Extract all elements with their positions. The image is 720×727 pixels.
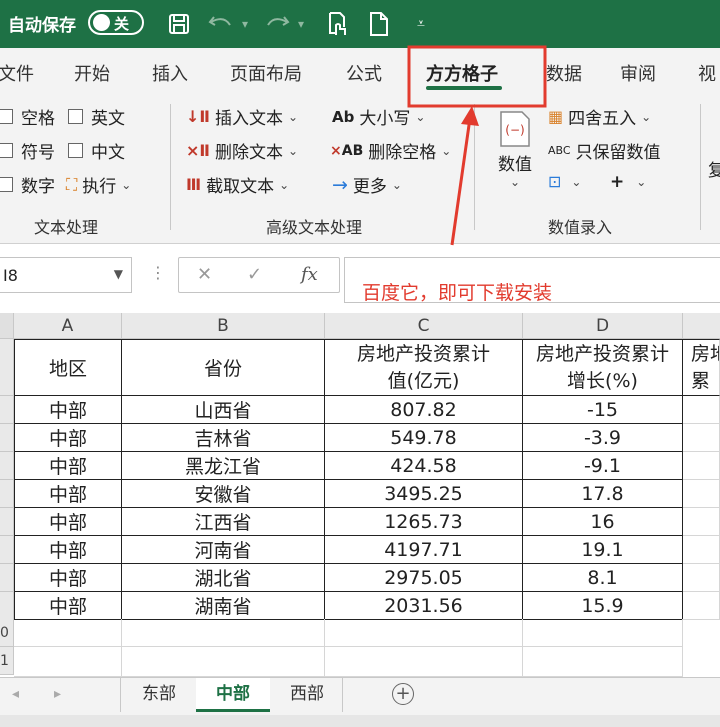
cell-province[interactable]: 吉林省 (122, 424, 325, 452)
cell-growth-rate[interactable]: 8.1 (523, 564, 683, 592)
row-header[interactable] (0, 508, 14, 536)
cut-off-text: 累 (691, 369, 711, 392)
plus-icon: + (395, 683, 411, 704)
cell-growth-rate[interactable]: 16 (523, 508, 683, 536)
cell-region[interactable]: 中部 (14, 508, 122, 536)
cell-investment-value[interactable]: 2975.05 (325, 564, 523, 592)
cut-off-text: 房地 (691, 342, 719, 365)
row-header[interactable] (0, 592, 14, 620)
cell-region[interactable]: 中部 (14, 452, 122, 480)
empty-cell[interactable] (683, 396, 720, 424)
cell-investment-value[interactable]: 4197.71 (325, 536, 523, 564)
row-header[interactable] (0, 564, 14, 592)
empty-cell[interactable] (325, 647, 523, 677)
empty-cell[interactable] (683, 480, 720, 508)
annotation-text: 百度它，即可下载安装 (362, 282, 553, 304)
empty-cell[interactable] (325, 619, 523, 647)
arrow-head-icon (461, 106, 479, 126)
worksheet-grid[interactable]: A B C D 0 1 地区 省份 房地产投资累计值(亿元) 房地产投资累计增长… (0, 313, 720, 677)
empty-cell[interactable] (523, 619, 683, 647)
row-header[interactable] (0, 339, 14, 396)
header-cell-region[interactable]: 地区 (14, 339, 122, 396)
cell-region[interactable]: 中部 (14, 564, 122, 592)
cell-investment-value[interactable]: 2031.56 (325, 592, 523, 620)
scroll-right-icon[interactable]: ▸ (54, 686, 61, 702)
cell-growth-rate[interactable]: -3.9 (523, 424, 683, 452)
cell-region[interactable]: 中部 (14, 424, 122, 452)
column-header-c[interactable]: C (325, 313, 523, 339)
column-header-b[interactable]: B (122, 313, 325, 339)
cell-investment-value[interactable]: 424.58 (325, 452, 523, 480)
row-header[interactable] (0, 536, 14, 564)
row-header[interactable] (0, 452, 14, 480)
empty-cell[interactable] (523, 647, 683, 677)
sheet-tab-bar: ◂ ▸ 东部 中部 西部 + (0, 677, 720, 715)
header-cell-investment[interactable]: 房地产投资累计值(亿元) (325, 339, 523, 396)
row-header[interactable] (0, 396, 14, 424)
column-header-d[interactable]: D (523, 313, 683, 339)
empty-cell[interactable] (14, 647, 122, 677)
row-header[interactable] (0, 480, 14, 508)
scroll-left-icon[interactable]: ◂ (12, 686, 19, 702)
cell-investment-value[interactable]: 3495.25 (325, 480, 523, 508)
row-header[interactable]: 1 (0, 647, 14, 675)
cell-growth-rate[interactable]: -15 (523, 396, 683, 424)
cell-region[interactable]: 中部 (14, 592, 122, 620)
row-header[interactable]: 0 (0, 619, 14, 647)
annotation-arrow (450, 117, 472, 246)
cell-region[interactable]: 中部 (14, 536, 122, 564)
status-strip (0, 715, 720, 727)
cell-region[interactable]: 中部 (14, 396, 122, 424)
column-header-e[interactable] (683, 313, 720, 339)
cell-province[interactable]: 安徽省 (122, 480, 325, 508)
row-header[interactable] (0, 424, 14, 452)
empty-cell[interactable] (122, 619, 325, 647)
add-sheet-button[interactable]: + (392, 683, 414, 705)
select-all-corner[interactable] (0, 313, 14, 339)
cell-province[interactable]: 湖北省 (122, 564, 325, 592)
sheet-tab-central[interactable]: 中部 (196, 678, 270, 712)
sheet-tab-west[interactable]: 西部 (272, 678, 342, 712)
empty-cell[interactable] (683, 452, 720, 480)
excel-window: 自动保存 关 ▾ ▾ ⩡ 文件 开始 插入 页面布局 公式 方方格子 数据 审阅… (0, 0, 720, 727)
cell-region[interactable]: 中部 (14, 480, 122, 508)
header-cell-growth[interactable]: 房地产投资累计增长(%) (523, 339, 683, 396)
cell-province[interactable]: 湖南省 (122, 592, 325, 620)
header-cell-cut-off[interactable]: 房地 累 (683, 339, 720, 396)
empty-cell[interactable] (683, 424, 720, 452)
highlight-box (407, 45, 547, 108)
tab-divider (342, 678, 343, 712)
empty-cell[interactable] (122, 647, 325, 677)
cell-growth-rate[interactable]: -9.1 (523, 452, 683, 480)
cell-province[interactable]: 黑龙江省 (122, 452, 325, 480)
tab-divider (120, 678, 121, 712)
cell-growth-rate[interactable]: 15.9 (523, 592, 683, 620)
cell-growth-rate[interactable]: 17.8 (523, 480, 683, 508)
empty-cell[interactable] (683, 508, 720, 536)
sheet-tab-east[interactable]: 东部 (124, 678, 194, 712)
cell-province[interactable]: 江西省 (122, 508, 325, 536)
cell-growth-rate[interactable]: 19.1 (523, 536, 683, 564)
empty-cell[interactable] (14, 619, 122, 647)
cell-investment-value[interactable]: 1265.73 (325, 508, 523, 536)
empty-cell[interactable] (683, 592, 720, 620)
column-header-a[interactable]: A (14, 313, 122, 339)
cell-investment-value[interactable]: 549.78 (325, 424, 523, 452)
cell-investment-value[interactable]: 807.82 (325, 396, 523, 424)
empty-cell[interactable] (683, 536, 720, 564)
cell-province[interactable]: 河南省 (122, 536, 325, 564)
header-cell-province[interactable]: 省份 (122, 339, 325, 396)
empty-cell[interactable] (683, 564, 720, 592)
cell-province[interactable]: 山西省 (122, 396, 325, 424)
